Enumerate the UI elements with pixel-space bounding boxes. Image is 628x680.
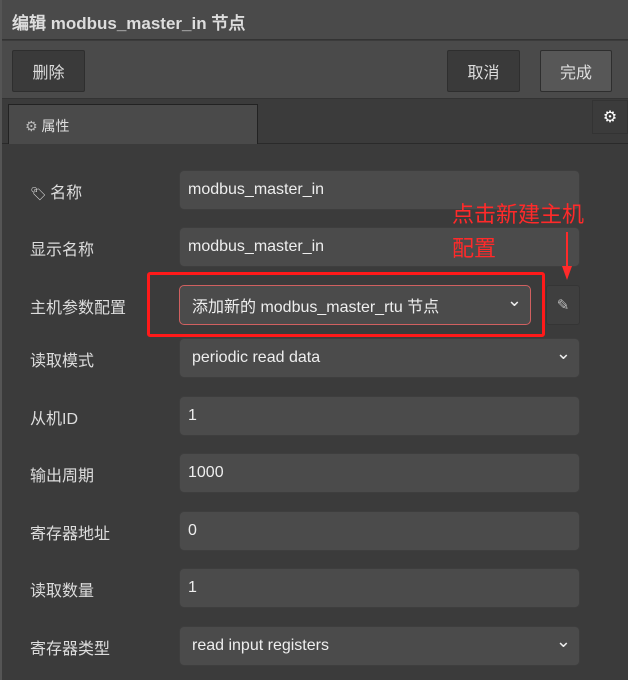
delete-button[interactable]: 删除	[12, 50, 85, 92]
select-field[interactable]: periodic read data ⌄	[179, 338, 580, 378]
input-field[interactable]: 1	[179, 396, 580, 436]
field-label: 读取数量	[30, 583, 95, 600]
input-field[interactable]: 1	[179, 568, 580, 608]
chevron-down-icon: ⌄	[555, 343, 571, 363]
field-label: 🏷 名称	[30, 185, 83, 202]
field-label: 寄存器地址	[30, 526, 111, 543]
dialog-title: 编辑 modbus_master_in 节点	[2, 0, 628, 40]
toolbar: 删除 取消 完成	[2, 41, 628, 99]
field-label: 寄存器类型	[30, 641, 111, 658]
done-button[interactable]: 完成	[540, 50, 612, 92]
input-field[interactable]: 1000	[179, 453, 580, 493]
edit-config-button[interactable]: ✎	[546, 285, 580, 325]
cancel-button[interactable]: 取消	[447, 50, 520, 92]
input-field[interactable]: 0	[179, 511, 580, 551]
field-label: 显示名称	[30, 242, 95, 259]
tag-icon: 🏷	[30, 186, 51, 201]
field-label: 主机参数配置	[30, 300, 127, 317]
tab-bar: ⚙ 属性 ⚙	[2, 100, 628, 144]
field-label: 输出周期	[30, 468, 95, 485]
highlight-box	[147, 272, 545, 337]
select-field[interactable]: read input registers ⌄	[179, 626, 580, 666]
gear-icon: ⚙	[25, 118, 38, 134]
field-label: 从机ID	[30, 411, 79, 428]
arrow-down-icon	[562, 232, 572, 280]
settings-gear-icon[interactable]: ⚙	[592, 100, 628, 134]
field-label: 读取模式	[30, 353, 95, 370]
chevron-down-icon: ⌄	[555, 631, 571, 651]
tab-properties[interactable]: ⚙ 属性	[8, 104, 258, 144]
pencil-icon: ✎	[556, 297, 570, 314]
